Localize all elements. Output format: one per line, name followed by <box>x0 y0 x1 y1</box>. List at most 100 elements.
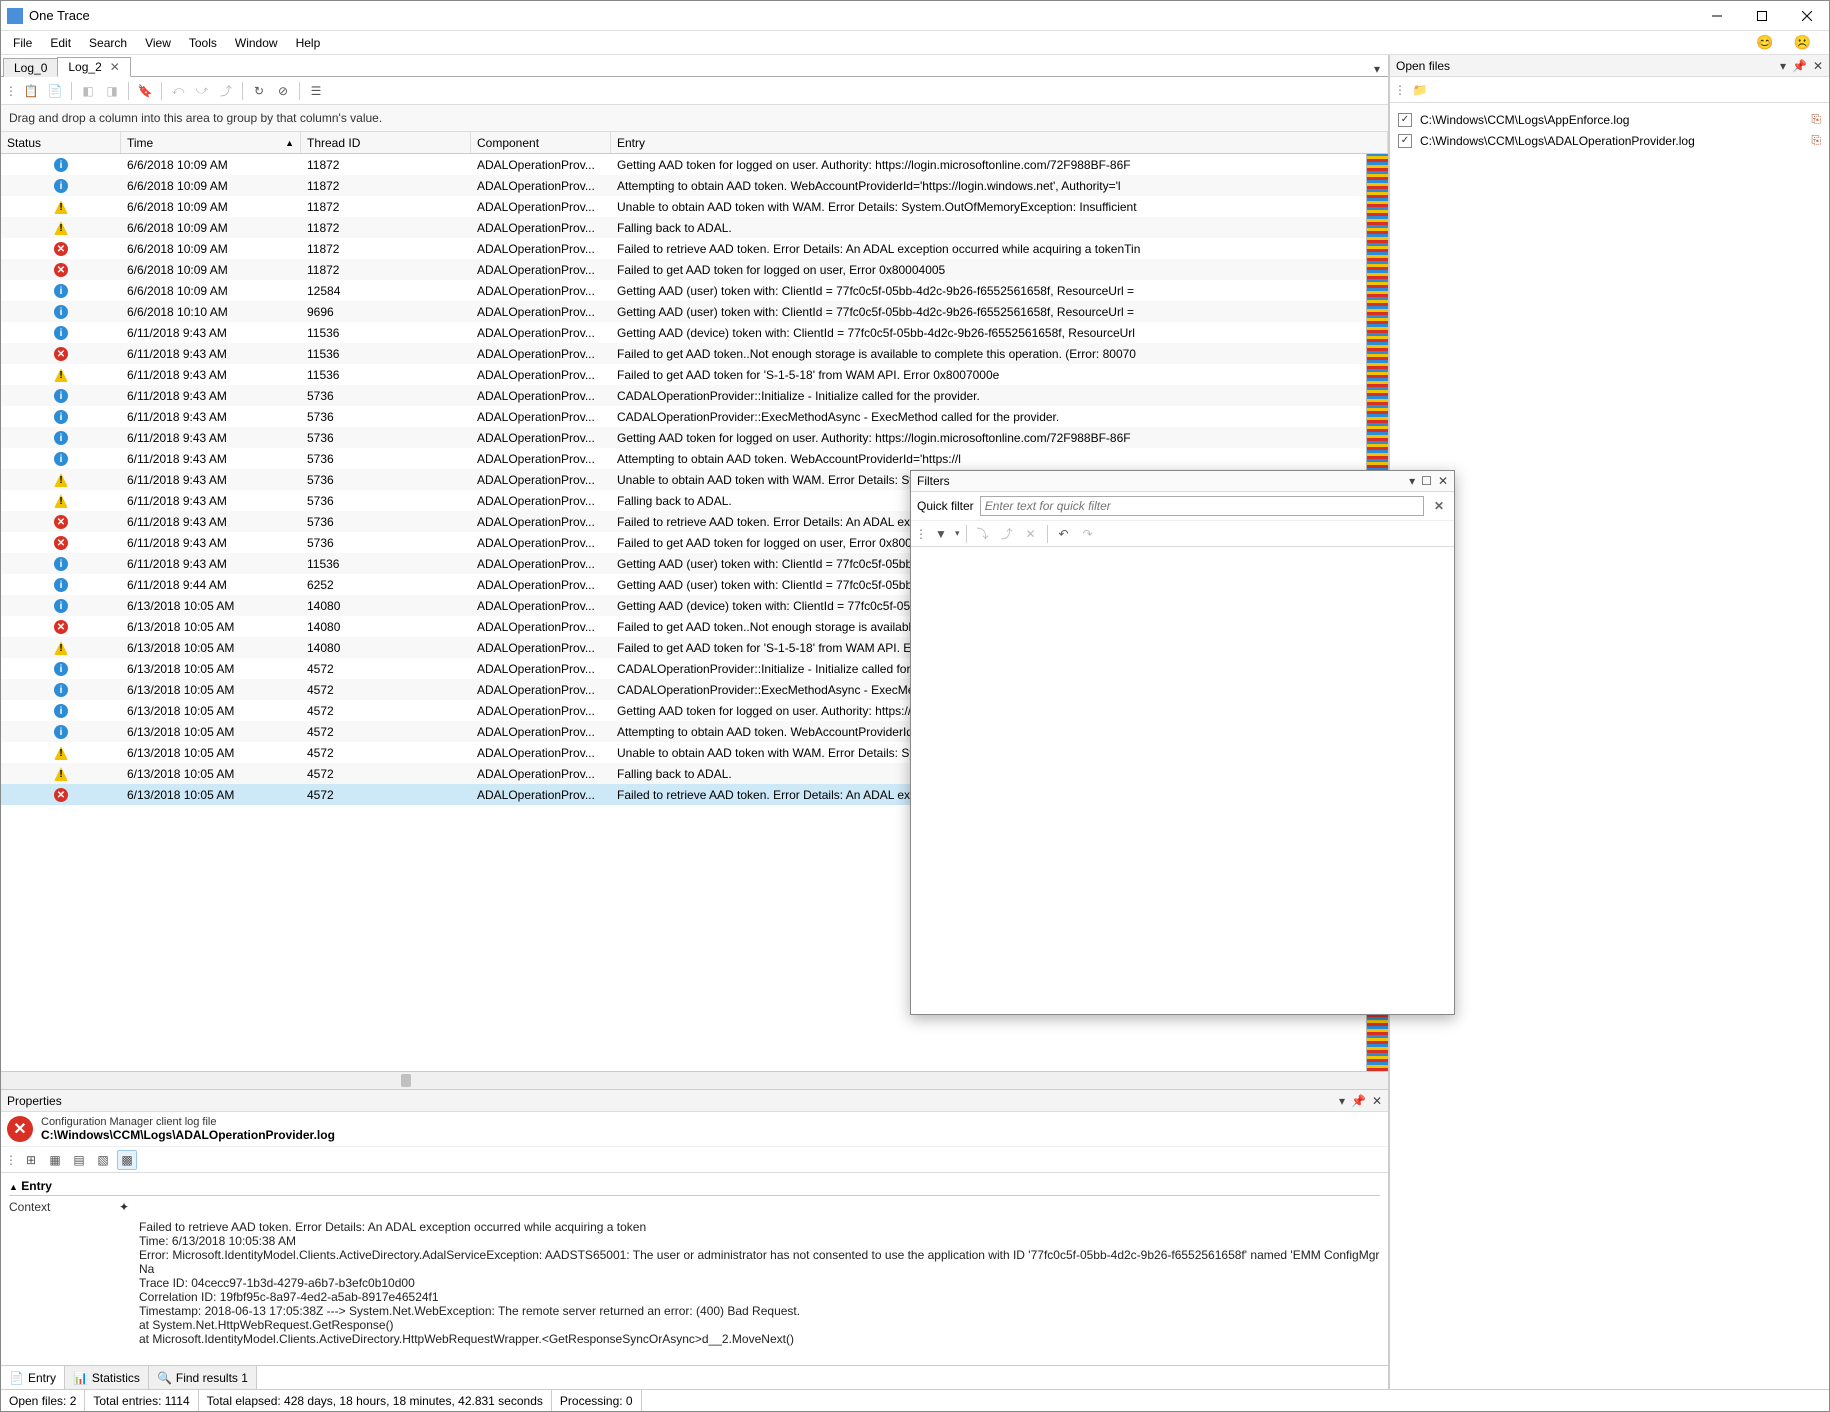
toolbar-misc1-icon[interactable]: ◧ <box>78 81 98 101</box>
cell-entry: Falling back to ADAL. <box>611 221 1388 235</box>
column-thread[interactable]: Thread ID <box>301 132 471 153</box>
cell-component: ADALOperationProv... <box>471 242 611 256</box>
cell-time: 6/11/2018 9:43 AM <box>121 494 301 508</box>
bottom-tab-entry[interactable]: 📄Entry <box>1 1366 65 1389</box>
maximize-button[interactable] <box>1739 1 1784 30</box>
toolbar-refresh-icon[interactable]: ↻ <box>249 81 269 101</box>
table-row[interactable]: i6/6/2018 10:09 AM12584ADALOperationProv… <box>1 280 1388 301</box>
column-entry[interactable]: Entry <box>611 132 1388 153</box>
tab-close-icon[interactable]: ✕ <box>110 60 120 74</box>
open-file-row[interactable]: ✓C:\Windows\CCM\Logs\ADALOperationProvid… <box>1394 130 1825 151</box>
file-remove-icon[interactable]: ⎘ <box>1811 112 1821 127</box>
filter-clear-icon[interactable]: ✕ <box>1021 524 1041 544</box>
file-checkbox[interactable]: ✓ <box>1398 113 1412 127</box>
cell-component: ADALOperationProv... <box>471 599 611 613</box>
menu-help[interactable]: Help <box>288 34 329 52</box>
cell-component: ADALOperationProv... <box>471 494 611 508</box>
props-view1-icon[interactable]: ⊞ <box>21 1150 41 1170</box>
file-remove-icon[interactable]: ⎘ <box>1811 133 1821 148</box>
feedback-sad-icon[interactable]: ☹️ <box>1786 32 1819 53</box>
openfiles-pin-icon[interactable]: 📌 <box>1792 59 1807 73</box>
horizontal-scrollbar[interactable] <box>1 1071 1388 1089</box>
filter-apply-icon[interactable]: ⤵ <box>973 524 993 544</box>
pane-pin-icon[interactable]: 📌 <box>1351 1094 1366 1108</box>
props-view5-icon[interactable]: ▩ <box>117 1150 137 1170</box>
filters-maximize-icon[interactable]: ☐ <box>1421 474 1432 488</box>
cell-thread: 14080 <box>301 599 471 613</box>
menu-search[interactable]: Search <box>81 34 135 52</box>
cell-thread: 11872 <box>301 200 471 214</box>
table-row[interactable]: ✕6/6/2018 10:09 AM11872ADALOperationProv… <box>1 259 1388 280</box>
filter-funnel-icon[interactable]: ▼ <box>931 524 951 544</box>
table-row[interactable]: ✕6/11/2018 9:43 AM11536ADALOperationProv… <box>1 343 1388 364</box>
info-icon: i <box>54 284 68 298</box>
cell-component: ADALOperationProv... <box>471 725 611 739</box>
tab-log0[interactable]: Log_0 <box>3 58 58 77</box>
bottom-tab-statistics[interactable]: 📊Statistics <box>65 1366 149 1389</box>
table-row[interactable]: i6/11/2018 9:43 AM5736ADALOperationProv.… <box>1 406 1388 427</box>
table-row[interactable]: !6/6/2018 10:09 AM11872ADALOperationProv… <box>1 196 1388 217</box>
pane-close-icon[interactable]: ✕ <box>1372 1094 1382 1108</box>
filters-close-icon[interactable]: ✕ <box>1438 474 1448 488</box>
toolbar-misc2-icon[interactable]: ◨ <box>102 81 122 101</box>
pane-dropdown-icon[interactable]: ▾ <box>1339 1094 1345 1108</box>
column-component[interactable]: Component <box>471 132 611 153</box>
group-by-hint[interactable]: Drag and drop a column into this area to… <box>1 105 1388 132</box>
table-row[interactable]: !6/6/2018 10:09 AM11872ADALOperationProv… <box>1 217 1388 238</box>
table-row[interactable]: ✕6/6/2018 10:09 AM11872ADALOperationProv… <box>1 238 1388 259</box>
table-row[interactable]: !6/11/2018 9:43 AM11536ADALOperationProv… <box>1 364 1388 385</box>
quick-filter-input[interactable] <box>985 499 1419 513</box>
app-icon <box>7 8 23 24</box>
bottom-tab-find[interactable]: 🔍Find results 1 <box>149 1366 257 1389</box>
feedback-happy-icon[interactable]: 😊 <box>1748 32 1781 53</box>
cell-component: ADALOperationProv... <box>471 662 611 676</box>
toolbar-bookmark-icon[interactable]: 🔖 <box>135 81 155 101</box>
cell-component: ADALOperationProv... <box>471 704 611 718</box>
toolbar-copy-icon[interactable]: 📋 <box>21 81 41 101</box>
document-tabs: Log_0 Log_2✕ ▾ <box>1 55 1388 77</box>
cell-time: 6/6/2018 10:09 AM <box>121 263 301 277</box>
openfiles-dropdown-icon[interactable]: ▾ <box>1780 59 1786 73</box>
context-text[interactable]: Failed to retrieve AAD token. Error Deta… <box>139 1200 1380 1346</box>
properties-subtitle: Configuration Manager client log file <box>41 1116 335 1128</box>
quick-filter-clear-icon[interactable]: ✕ <box>1430 499 1448 513</box>
menu-file[interactable]: File <box>5 34 40 52</box>
open-file-row[interactable]: ✓C:\Windows\CCM\Logs\AppEnforce.log⎘ <box>1394 109 1825 130</box>
toolbar-nav3-icon[interactable]: ⤴ <box>216 81 236 101</box>
menu-view[interactable]: View <box>137 34 179 52</box>
statusbar: Open files: 2 Total entries: 1114 Total … <box>1 1389 1829 1411</box>
column-time[interactable]: Time▲ <box>121 132 301 153</box>
toolbar-stop-icon[interactable]: ⊘ <box>273 81 293 101</box>
table-row[interactable]: i6/6/2018 10:09 AM11872ADALOperationProv… <box>1 154 1388 175</box>
openfiles-add-icon[interactable]: 📁 <box>1410 80 1430 100</box>
filter-remove-icon[interactable]: ⤴ <box>997 524 1017 544</box>
filter-nav-prev-icon[interactable]: ↶ <box>1054 524 1074 544</box>
menu-window[interactable]: Window <box>227 34 286 52</box>
table-row[interactable]: i6/11/2018 9:43 AM5736ADALOperationProv.… <box>1 385 1388 406</box>
close-button[interactable] <box>1784 1 1829 30</box>
tabs-dropdown-icon[interactable]: ▾ <box>1366 62 1388 76</box>
table-row[interactable]: i6/11/2018 9:43 AM5736ADALOperationProv.… <box>1 427 1388 448</box>
column-status[interactable]: Status <box>1 132 121 153</box>
table-row[interactable]: i6/6/2018 10:09 AM11872ADALOperationProv… <box>1 175 1388 196</box>
toolbar-nav2-icon[interactable]: ⤻ <box>192 81 212 101</box>
filter-nav-next-icon[interactable]: ↷ <box>1078 524 1098 544</box>
props-view2-icon[interactable]: ▦ <box>45 1150 65 1170</box>
filters-dropdown-icon[interactable]: ▾ <box>1409 474 1415 488</box>
tab-log2[interactable]: Log_2✕ <box>57 57 130 77</box>
table-row[interactable]: i6/11/2018 9:43 AM11536ADALOperationProv… <box>1 322 1388 343</box>
minimize-button[interactable] <box>1694 1 1739 30</box>
props-view4-icon[interactable]: ▧ <box>93 1150 113 1170</box>
toolbar-filter-icon[interactable]: ☰ <box>306 81 326 101</box>
table-row[interactable]: i6/6/2018 10:10 AM9696ADALOperationProv.… <box>1 301 1388 322</box>
menu-edit[interactable]: Edit <box>42 34 79 52</box>
openfiles-close-icon[interactable]: ✕ <box>1813 59 1823 73</box>
cell-entry: Failed to get AAD token..Not enough stor… <box>611 347 1388 361</box>
toolbar-paste-icon[interactable]: 📄 <box>45 81 65 101</box>
file-checkbox[interactable]: ✓ <box>1398 134 1412 148</box>
toolbar-nav1-icon[interactable]: ⤺ <box>168 81 188 101</box>
table-row[interactable]: i6/11/2018 9:43 AM5736ADALOperationProv.… <box>1 448 1388 469</box>
props-view3-icon[interactable]: ▤ <box>69 1150 89 1170</box>
menu-tools[interactable]: Tools <box>181 34 225 52</box>
filter-funnel-drop-icon[interactable]: ▾ <box>955 528 960 539</box>
